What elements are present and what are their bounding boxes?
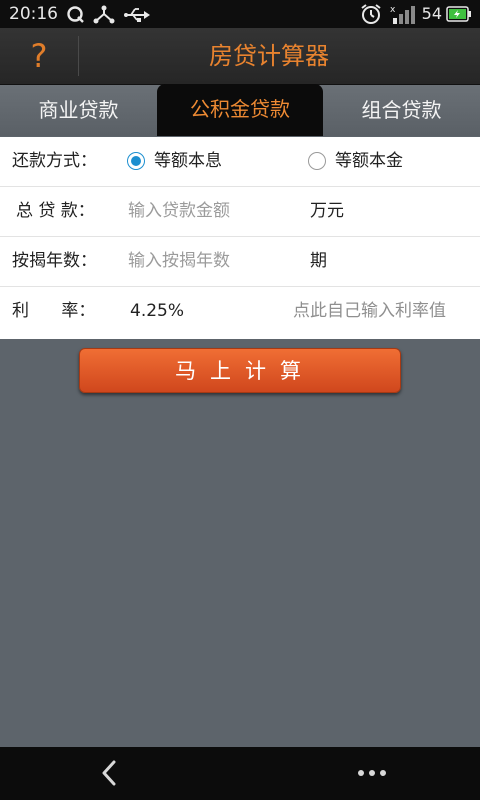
loan-amount-row: 总 贷 款： 万元 bbox=[0, 187, 480, 237]
help-button[interactable]: ? bbox=[0, 28, 78, 84]
rate-row: 利 率： 4.25% 点此自己输入利率值 bbox=[0, 287, 480, 339]
loan-amount-unit: 万元 bbox=[310, 201, 344, 221]
loan-form: 还款方式： 等额本息 等额本金 总 贷 款： 万元 按揭年数： 期 利 率： 4… bbox=[0, 137, 480, 339]
chevron-left-icon[interactable] bbox=[94, 757, 126, 789]
equal-installment-label[interactable]: 等额本息 bbox=[154, 137, 222, 186]
page-title: 房贷计算器 bbox=[209, 42, 329, 70]
tab-provident-fund-loan[interactable]: 公积金贷款 bbox=[157, 84, 323, 136]
equal-principal-label[interactable]: 等额本金 bbox=[335, 137, 403, 186]
term-input[interactable] bbox=[128, 245, 298, 278]
term-unit: 期 bbox=[310, 251, 327, 271]
calculate-button[interactable]: 马上计算 bbox=[79, 348, 401, 393]
usb-icon bbox=[124, 8, 150, 22]
tab-combined-loan[interactable]: 组合贷款 bbox=[323, 85, 480, 136]
loan-type-tabs: 商业贷款 公积金贷款 组合贷款 bbox=[0, 84, 480, 136]
share-nodes-icon bbox=[93, 5, 115, 24]
status-time: 20:16 bbox=[9, 4, 58, 24]
battery-icon bbox=[446, 6, 471, 22]
term-row: 按揭年数： 期 bbox=[0, 237, 480, 287]
repay-method-row: 还款方式： 等额本息 等额本金 bbox=[0, 137, 480, 187]
loan-amount-input[interactable] bbox=[128, 195, 298, 228]
status-bar: 20:16 x 54 bbox=[0, 0, 480, 28]
battery-percent: 54 bbox=[421, 4, 442, 23]
svg-text:x: x bbox=[390, 5, 396, 15]
rate-label: 利 率： bbox=[12, 301, 96, 321]
bottom-nav-bar bbox=[0, 747, 480, 800]
rate-value: 4.25% bbox=[130, 301, 185, 321]
more-dots-icon[interactable] bbox=[352, 757, 392, 789]
title-bar: ? 房贷计算器 bbox=[0, 28, 480, 85]
q-icon bbox=[67, 6, 84, 23]
tab-commercial-loan[interactable]: 商业贷款 bbox=[0, 85, 157, 136]
alarm-clock-icon bbox=[361, 4, 381, 24]
repay-method-label: 还款方式： bbox=[12, 151, 97, 171]
equal-installment-radio[interactable] bbox=[127, 152, 145, 170]
loan-amount-label: 总 贷 款： bbox=[16, 201, 95, 221]
signal-icon: x bbox=[390, 5, 415, 24]
term-label: 按揭年数： bbox=[12, 251, 97, 271]
equal-principal-radio[interactable] bbox=[308, 152, 326, 170]
custom-rate-link[interactable]: 点此自己输入利率值 bbox=[293, 287, 446, 336]
